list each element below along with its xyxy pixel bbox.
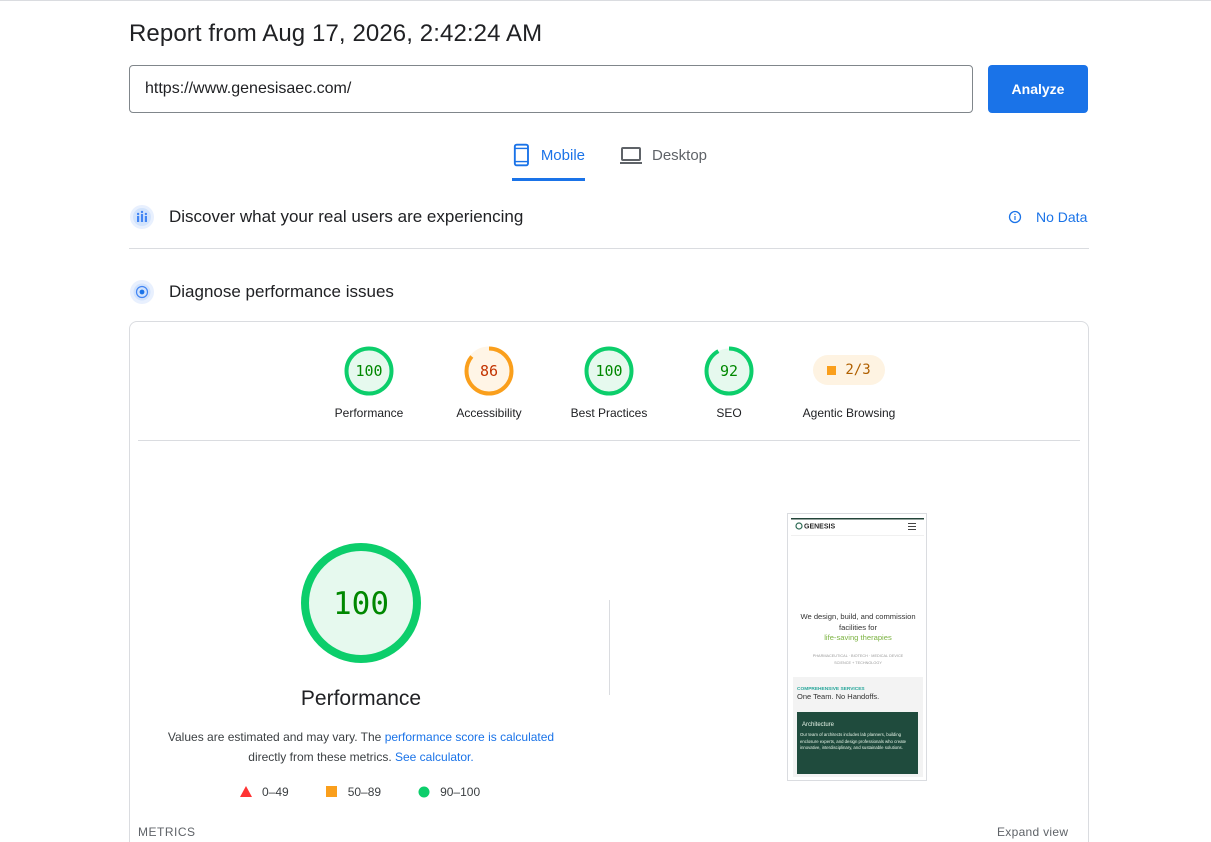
average-square-icon bbox=[827, 365, 837, 375]
gauge-score: 92 bbox=[720, 362, 738, 380]
gauge-score: 86 bbox=[480, 362, 498, 380]
square-icon bbox=[325, 786, 337, 797]
tab-desktop-label: Desktop bbox=[652, 147, 708, 164]
gauge-label: Accessibility bbox=[456, 406, 522, 420]
circle-icon bbox=[418, 786, 430, 798]
disclaimer-text-2: directly from these metrics. bbox=[248, 750, 392, 764]
gauge-ring: 92 bbox=[704, 346, 754, 396]
no-data-label: No Data bbox=[1036, 209, 1088, 225]
field-data-title: Discover what your real users are experi… bbox=[169, 207, 524, 226]
diagnose-icon bbox=[130, 280, 154, 304]
gauge-label: Performance bbox=[334, 406, 404, 420]
gauge-agentic-browsing[interactable]: 2/3 Agentic Browsing bbox=[789, 346, 909, 420]
performance-big-score: 100 bbox=[333, 586, 389, 622]
tab-mobile[interactable]: Mobile bbox=[512, 143, 585, 181]
tab-desktop[interactable]: Desktop bbox=[620, 143, 707, 181]
vertical-separator bbox=[609, 600, 610, 695]
phone-icon bbox=[513, 143, 529, 167]
screenshot-tags-2: SCIENCE + TECHNOLOGY bbox=[834, 661, 882, 665]
gauge-accessibility[interactable]: 86 Accessibility bbox=[429, 346, 549, 420]
field-data-section: Discover what your real users are experi… bbox=[129, 204, 523, 230]
users-icon bbox=[130, 205, 154, 229]
screenshot-headline: We design, build, and commission facilit… bbox=[800, 612, 916, 632]
legend-item-average: 50–89 bbox=[325, 785, 382, 799]
no-data-link[interactable]: No Data bbox=[1008, 209, 1087, 225]
screenshot-card-text: Our team of architects includes lab plan… bbox=[800, 732, 907, 751]
page-title: Report from Aug 17, 2026, 2:42:24 AM bbox=[129, 20, 543, 47]
report-card: 100 Performance 86 Accessibility 100 Bes… bbox=[129, 321, 1089, 842]
gauge-best-practices[interactable]: 100 Best Practices bbox=[549, 346, 669, 420]
info-icon bbox=[1008, 210, 1022, 224]
page-screenshot: GENESIS We design, build, and commission… bbox=[787, 513, 927, 781]
score-calculated-link[interactable]: performance score is calculated bbox=[385, 730, 554, 744]
screenshot-tags-1: PHARMACEUTICAL · BIOTECH · MEDICAL DEVIC… bbox=[813, 654, 904, 658]
screenshot-image: GENESIS We design, build, and commission… bbox=[788, 514, 926, 780]
gauge-ring: 100 bbox=[344, 346, 394, 396]
gauge-score: 100 bbox=[595, 362, 622, 380]
analyze-button[interactable]: Analyze bbox=[988, 65, 1088, 113]
top-border bbox=[0, 0, 1211, 3]
disclaimer-text: Values are estimated and may vary. The bbox=[167, 730, 382, 744]
gauge-score: 100 bbox=[355, 362, 382, 380]
agentic-score: 2/3 bbox=[845, 362, 871, 378]
expand-view-button[interactable]: Expand view bbox=[997, 825, 1068, 839]
legend-range: 50–89 bbox=[347, 785, 382, 799]
legend-item-pass: 90–100 bbox=[418, 785, 480, 799]
score-legend: 0–49 50–89 90–100 bbox=[240, 785, 480, 799]
legend-item-fail: 0–49 bbox=[240, 785, 289, 799]
legend-range: 90–100 bbox=[440, 785, 481, 799]
screenshot-headline-highlight: life-saving therapies bbox=[824, 633, 892, 642]
gauge-ring: 100 bbox=[584, 346, 634, 396]
section-divider bbox=[129, 248, 1089, 249]
laptop-icon bbox=[620, 147, 642, 164]
tab-mobile-label: Mobile bbox=[540, 147, 585, 164]
gauge-label: SEO bbox=[716, 406, 742, 420]
gauge-seo[interactable]: 92 SEO bbox=[669, 346, 789, 420]
gauge-label: Agentic Browsing bbox=[802, 406, 896, 420]
legend-range: 0–49 bbox=[262, 785, 289, 799]
url-input[interactable] bbox=[129, 65, 973, 113]
gauge-ring: 86 bbox=[464, 346, 514, 396]
metrics-label: METRICS bbox=[138, 825, 196, 839]
diagnose-section: Diagnose performance issues bbox=[129, 279, 394, 305]
screenshot-services-heading: One Team. No Handoffs. bbox=[797, 692, 879, 701]
gauge-performance[interactable]: 100 Performance bbox=[309, 346, 429, 420]
triangle-icon bbox=[240, 786, 252, 797]
card-divider bbox=[138, 440, 1080, 441]
screenshot-card-title: Architecture bbox=[802, 722, 835, 728]
performance-title: Performance bbox=[300, 687, 422, 710]
performance-big-gauge: 100 bbox=[301, 543, 421, 663]
gauge-label: Best Practices bbox=[570, 406, 648, 420]
agentic-score-pill: 2/3 bbox=[813, 355, 885, 385]
performance-disclaimer: Values are estimated and may vary. The p… bbox=[161, 727, 561, 767]
diagnose-title: Diagnose performance issues bbox=[169, 282, 394, 301]
screenshot-logo: GENESIS bbox=[804, 524, 835, 531]
see-calculator-link[interactable]: See calculator. bbox=[395, 750, 474, 764]
